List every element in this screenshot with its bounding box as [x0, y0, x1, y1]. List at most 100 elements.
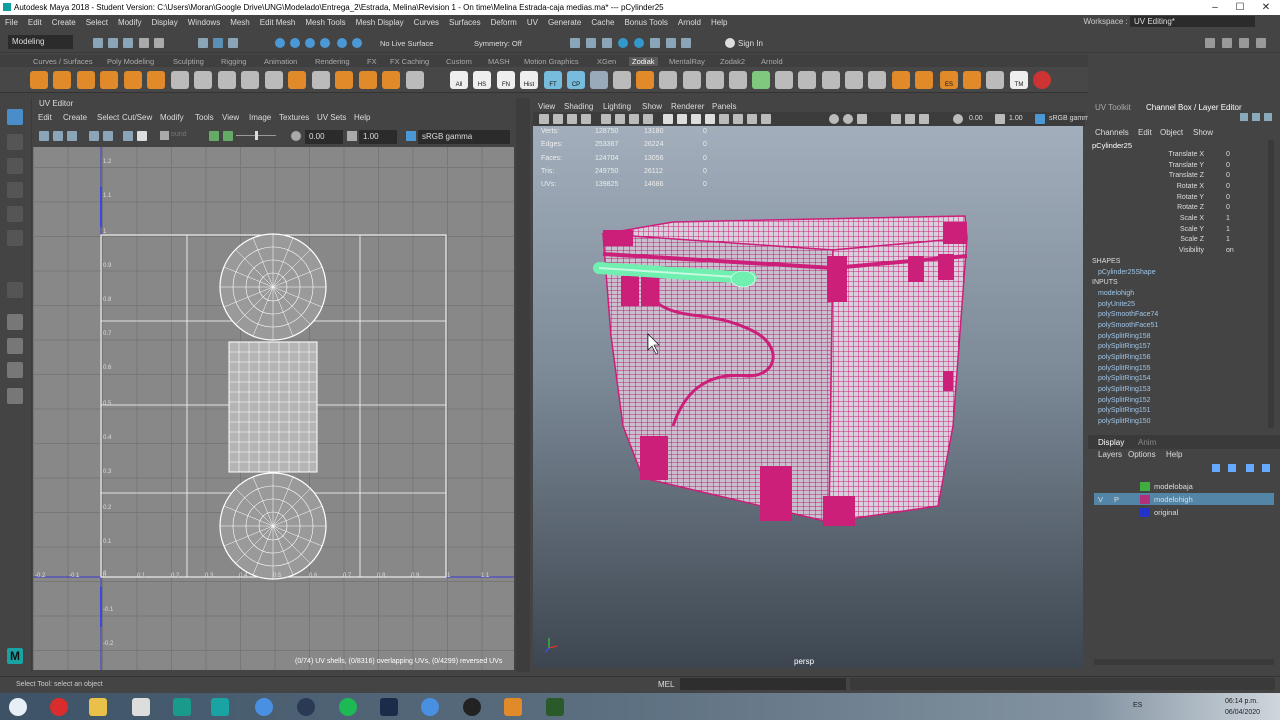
- uv-menu-item[interactable]: Select: [97, 113, 119, 122]
- layer-row[interactable]: modelobaja: [1094, 480, 1274, 492]
- menu-item[interactable]: Select: [86, 18, 108, 27]
- obs-icon[interactable]: [463, 698, 481, 716]
- layer-row-selected[interactable]: V P modelohigh: [1094, 493, 1274, 505]
- paint-select-tool-icon[interactable]: [7, 158, 23, 174]
- input-node[interactable]: polySplitRing158: [1098, 333, 1151, 340]
- maya-m-icon[interactable]: M: [7, 648, 23, 664]
- menu-item[interactable]: Modify: [118, 18, 142, 27]
- select-tool-icon[interactable]: [7, 109, 23, 125]
- uv-image-icon[interactable]: [160, 131, 169, 140]
- uv-menu-item[interactable]: Textures: [279, 113, 309, 122]
- tab-channel-box[interactable]: Channel Box / Layer Editor: [1146, 103, 1242, 112]
- uv-menu-item[interactable]: Cut/Sew: [122, 113, 152, 122]
- uv-menu-item[interactable]: Create: [63, 113, 87, 122]
- input-node[interactable]: polySplitRing154: [1098, 375, 1151, 382]
- channel-value[interactable]: on: [1226, 247, 1234, 254]
- cb-menu-item[interactable]: Channels: [1095, 128, 1129, 137]
- shelf-tab[interactable]: MentalRay: [669, 57, 705, 66]
- undo-icon[interactable]: [139, 38, 149, 48]
- terminal-icon[interactable]: [546, 698, 564, 716]
- shelf-tab[interactable]: FX Caching: [390, 57, 429, 66]
- channel-row[interactable]: Rotate Y 0: [1090, 194, 1240, 205]
- toggle-attribute-editor-icon[interactable]: [1222, 38, 1232, 48]
- input-node[interactable]: polySplitRing152: [1098, 397, 1151, 404]
- menu-item[interactable]: Mesh Tools: [305, 18, 345, 27]
- gate-mask-icon[interactable]: [643, 114, 653, 124]
- bridge-icon[interactable]: [265, 71, 283, 89]
- collapse-icon[interactable]: [706, 71, 724, 89]
- channel-value[interactable]: 0: [1226, 151, 1230, 158]
- uv-colorspace-dropdown[interactable]: sRGB gamma: [418, 130, 510, 144]
- substance-icon[interactable]: [504, 698, 522, 716]
- freeze-icon[interactable]: [752, 71, 770, 89]
- input-node[interactable]: polySmoothFace51: [1098, 322, 1158, 329]
- snap-curve-icon[interactable]: [290, 38, 300, 48]
- menu-item[interactable]: Edit: [28, 18, 42, 27]
- shelf-tab[interactable]: Custom: [446, 57, 472, 66]
- menu-item[interactable]: UV: [527, 18, 538, 27]
- extract-icon[interactable]: [218, 71, 236, 89]
- panel-splitter[interactable]: [516, 98, 530, 672]
- view-transform-icon[interactable]: [1035, 114, 1045, 124]
- shelf-tab[interactable]: Sculpting: [173, 57, 204, 66]
- channel-row[interactable]: Visibility on: [1090, 247, 1240, 258]
- shelf-tab[interactable]: Rigging: [221, 57, 246, 66]
- paint-icon[interactable]: [915, 71, 933, 89]
- triangulate-icon[interactable]: [382, 71, 400, 89]
- ipr-render-icon[interactable]: [586, 38, 596, 48]
- hist-button[interactable]: Hist: [520, 71, 538, 89]
- plane-icon[interactable]: [147, 71, 165, 89]
- combine-icon[interactable]: [171, 71, 189, 89]
- close-button[interactable]: ✕: [1255, 0, 1277, 15]
- xray-icon[interactable]: [705, 114, 715, 124]
- menu-item[interactable]: Deform: [491, 18, 517, 27]
- last-tool-icon[interactable]: [7, 282, 23, 298]
- channel-value[interactable]: 0: [1226, 183, 1230, 190]
- sign-in-button[interactable]: Sign In: [738, 39, 763, 48]
- depth-of-field-icon[interactable]: [919, 114, 929, 124]
- channel-row[interactable]: Translate Z 0: [1090, 172, 1240, 183]
- quadrangulate-icon[interactable]: [406, 71, 424, 89]
- menu-item[interactable]: Arnold: [678, 18, 701, 27]
- color-management-icon[interactable]: [406, 131, 416, 141]
- make-live-icon[interactable]: [352, 38, 362, 48]
- app-launcher-icon[interactable]: [132, 698, 150, 716]
- input-node[interactable]: polySplitRing155: [1098, 365, 1151, 372]
- select-component-icon[interactable]: [228, 38, 238, 48]
- uv-texture-icon[interactable]: [67, 131, 77, 141]
- snap-surface-icon[interactable]: [320, 38, 330, 48]
- menu-item[interactable]: Cache: [591, 18, 614, 27]
- two-pane-layout-icon[interactable]: [7, 362, 23, 378]
- mode-dropdown[interactable]: Modeling: [8, 35, 73, 49]
- lasso-tool-icon[interactable]: [7, 134, 23, 150]
- 3d-viewport[interactable]: [533, 126, 1083, 668]
- ambient-occlusion-icon[interactable]: [761, 114, 771, 124]
- cb-menu-item[interactable]: Edit: [1138, 128, 1152, 137]
- center-pivot-icon[interactable]: [775, 71, 793, 89]
- shelf-tab[interactable]: Poly Modeling: [107, 57, 154, 66]
- pin-icon[interactable]: [1240, 113, 1248, 121]
- menu-item[interactable]: Edit Mesh: [260, 18, 296, 27]
- uv-checker-icon[interactable]: [123, 131, 133, 141]
- layer-playback-toggle[interactable]: P: [1114, 495, 1119, 504]
- menu-item[interactable]: Mesh: [230, 18, 250, 27]
- uv-grid-icon[interactable]: [39, 131, 49, 141]
- outliner-layout-icon[interactable]: [7, 388, 23, 404]
- channel-row[interactable]: Scale Y 1: [1090, 226, 1240, 237]
- menu-item[interactable]: File: [5, 18, 18, 27]
- spotify-icon[interactable]: [339, 698, 357, 716]
- channel-row[interactable]: Rotate X 0: [1090, 183, 1240, 194]
- fn-button[interactable]: FN: [497, 71, 515, 89]
- channel-row[interactable]: Scale Z 1: [1090, 236, 1240, 247]
- camera-icon[interactable]: [539, 114, 549, 124]
- layer-color-swatch[interactable]: [1140, 482, 1150, 491]
- mudbox-icon[interactable]: [173, 698, 191, 716]
- input-node[interactable]: polySplitRing150: [1098, 418, 1151, 425]
- uv-export-icon[interactable]: [223, 131, 233, 141]
- new-scene-icon[interactable]: [93, 38, 103, 48]
- uv-snapshot-icon[interactable]: [209, 131, 219, 141]
- gamma-field[interactable]: 1.00: [359, 130, 397, 144]
- snap-together-icon[interactable]: [845, 71, 863, 89]
- shelf-tab[interactable]: Zodak2: [720, 57, 745, 66]
- workspace-selector[interactable]: Workspace : UV Editing*: [1083, 16, 1255, 27]
